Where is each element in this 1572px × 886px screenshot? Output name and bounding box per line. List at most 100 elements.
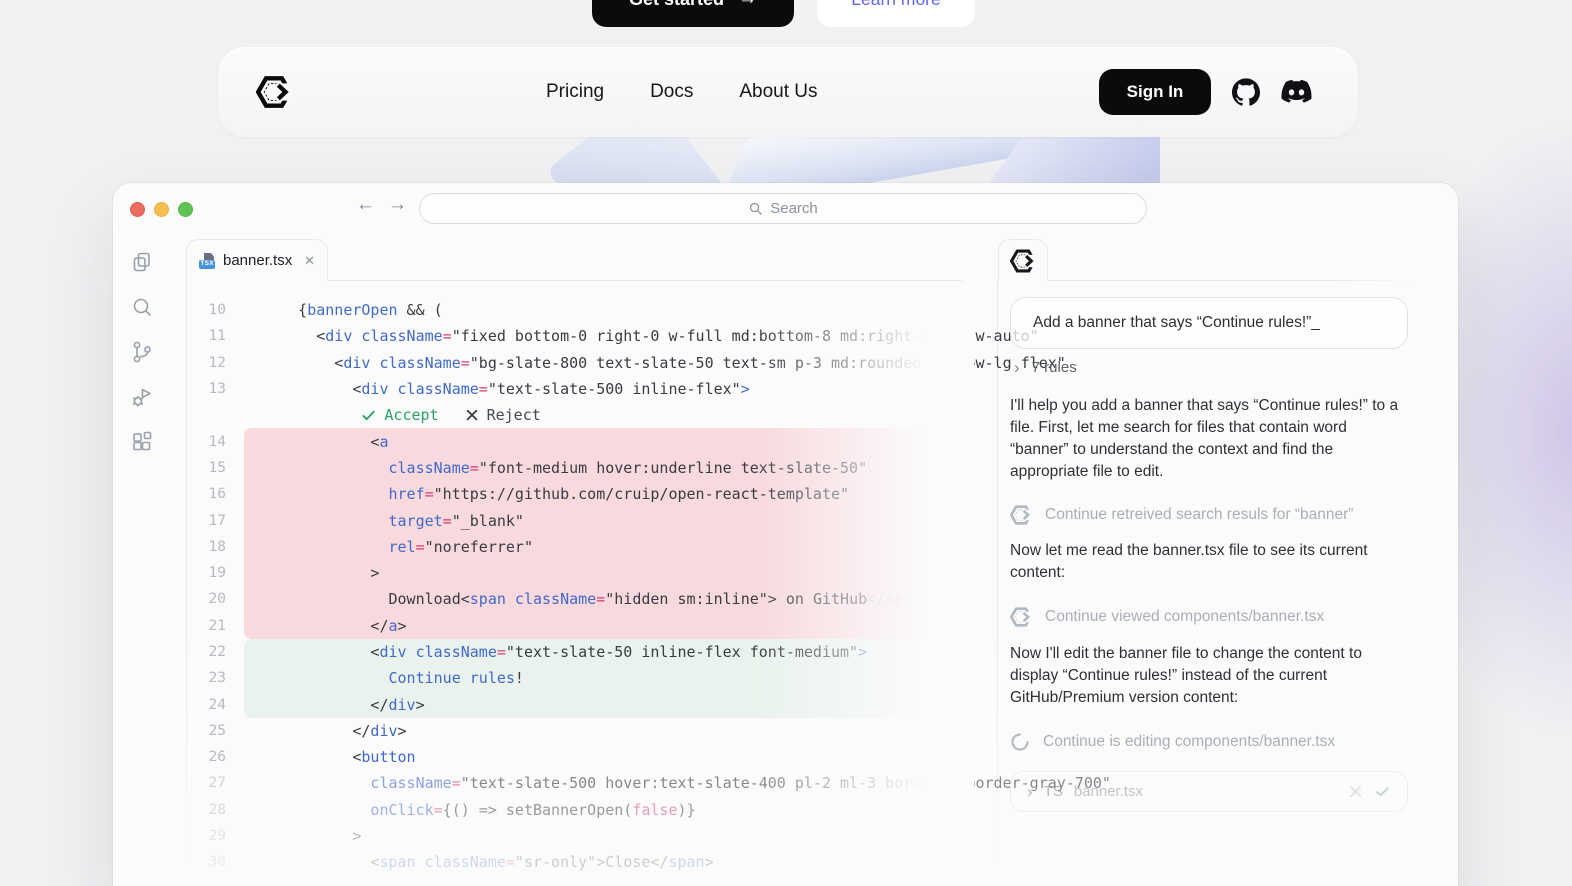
line-number: 17 bbox=[208, 512, 226, 529]
line-number: 16 bbox=[208, 486, 226, 503]
code-line-14: 14 <a bbox=[186, 428, 973, 456]
rules-expander[interactable]: › 7 rules bbox=[1014, 359, 1077, 376]
status-viewed[interactable]: Continue viewed components/banner.tsx bbox=[1010, 606, 1324, 628]
nav-link-pricing[interactable]: Pricing bbox=[546, 81, 604, 103]
history-arrows: ← → bbox=[356, 194, 407, 216]
code-line-22: 22 <div className="text-slate-50 inline-f… bbox=[186, 638, 973, 666]
nav-link-about-us[interactable]: About Us bbox=[739, 81, 817, 103]
code-line-24: 24 </div> bbox=[186, 691, 973, 719]
assistant-message-1: I'll help you add a banner that says “Co… bbox=[1010, 397, 1399, 480]
prompt-input[interactable]: Add a banner that says “Continue rules!”… bbox=[1010, 297, 1408, 349]
reject-x-icon[interactable] bbox=[1348, 784, 1363, 799]
spinner-icon bbox=[1011, 733, 1029, 751]
code-line-10: 10 {bannerOpen && ( bbox=[186, 297, 973, 323]
diff-actions-row: Accept Reject bbox=[186, 402, 973, 428]
status-search[interactable]: Continue retreived search resuls for “ba… bbox=[1010, 504, 1353, 526]
chat-panel-top-border bbox=[1048, 280, 1413, 281]
code-line-16: 16 href="https://github.com/cruip/open-re… bbox=[186, 481, 973, 508]
navbar: Pricing Docs About Us Sign In bbox=[218, 47, 1358, 137]
status-text: Continue viewed components/banner.tsx bbox=[1045, 608, 1325, 625]
file-lang-badge: TS bbox=[1043, 783, 1063, 800]
code-line-23: 23 Continue rules! bbox=[186, 665, 973, 692]
code-line-13: 13 <div className="text-slate-500 inline-… bbox=[186, 376, 973, 402]
line-number: 15 bbox=[208, 459, 226, 476]
code-line-30: 30 <span className="sr-only">Close</span> bbox=[186, 849, 973, 875]
line-number: 20 bbox=[208, 591, 226, 608]
x-icon bbox=[466, 410, 477, 421]
line-number: 12 bbox=[208, 354, 226, 371]
line-number: 30 bbox=[208, 854, 226, 871]
continue-logo-icon bbox=[1010, 504, 1032, 526]
line-number: 29 bbox=[208, 828, 226, 845]
reject-button[interactable]: Reject bbox=[465, 406, 541, 424]
run-debug-icon[interactable] bbox=[130, 385, 154, 409]
tab-close-icon[interactable]: ✕ bbox=[304, 253, 315, 269]
learn-more-button[interactable]: Learn more bbox=[817, 0, 975, 27]
tab-continue-assistant[interactable] bbox=[998, 239, 1048, 281]
chevron-right-icon: › bbox=[1027, 782, 1033, 801]
activity-bar bbox=[130, 250, 154, 454]
get-started-button[interactable]: Get started → bbox=[592, 0, 794, 27]
code-line-19: 19 > bbox=[186, 559, 973, 587]
chip-filename: banner.tsx bbox=[1073, 783, 1144, 800]
code-line-27: 27 className="text-slate-500 hover:text-s… bbox=[186, 770, 1111, 796]
sign-in-label: Sign In bbox=[1126, 82, 1184, 101]
assistant-message-2: Now let me read the banner.tsx file to s… bbox=[1010, 542, 1368, 581]
edited-file-chip[interactable]: › TS banner.tsx bbox=[1010, 771, 1408, 812]
line-number: 23 bbox=[208, 670, 226, 687]
page: Get started → Learn more Pricing Docs Abou… bbox=[0, 0, 1572, 886]
nav-link-docs[interactable]: Docs bbox=[650, 81, 693, 103]
tab-banner-tsx[interactable]: TSX banner.tsx ✕ bbox=[186, 239, 328, 281]
line-number: 26 bbox=[208, 749, 226, 766]
line-number: 10 bbox=[208, 302, 226, 319]
code-line-29: 29 > bbox=[186, 823, 973, 849]
line-number: 18 bbox=[208, 538, 226, 555]
back-arrow-icon[interactable]: ← bbox=[356, 194, 375, 216]
search-icon bbox=[750, 202, 762, 215]
accept-check-icon[interactable] bbox=[1374, 783, 1391, 800]
line-number: 14 bbox=[208, 433, 226, 450]
window-minimize-button[interactable] bbox=[154, 202, 169, 217]
code-line-20: 20 Download<span className="hidden sm:inl… bbox=[186, 586, 973, 613]
line-number: 28 bbox=[208, 801, 226, 818]
code-line-28: 28 onClick={() => setBannerOpen(false)} bbox=[186, 797, 973, 823]
get-started-label: Get started bbox=[629, 0, 724, 10]
line-number: 21 bbox=[208, 617, 226, 634]
code-line-26: 26 <button bbox=[186, 744, 973, 770]
rules-label: 7 rules bbox=[1031, 359, 1077, 376]
window-close-button[interactable] bbox=[130, 202, 145, 217]
search-placeholder: Search bbox=[770, 200, 818, 217]
window-maximize-button[interactable] bbox=[178, 202, 193, 217]
source-control-icon[interactable] bbox=[130, 340, 154, 364]
learn-more-label: Learn more bbox=[851, 0, 941, 10]
continue-logo-icon[interactable] bbox=[256, 74, 292, 110]
github-icon[interactable] bbox=[1232, 78, 1260, 106]
search-sidebar-icon[interactable] bbox=[130, 295, 154, 319]
continue-logo-icon bbox=[1010, 248, 1036, 274]
status-text: Continue retreived search resuls for “ba… bbox=[1045, 506, 1354, 523]
discord-icon[interactable] bbox=[1281, 80, 1312, 105]
code-lines: 10 {bannerOpen && (11 <div className="fixe… bbox=[186, 297, 1111, 876]
explorer-icon[interactable] bbox=[130, 250, 154, 274]
line-number: 22 bbox=[208, 644, 226, 660]
sign-in-button[interactable]: Sign In bbox=[1099, 69, 1211, 115]
prompt-text: Add a banner that says “Continue rules!”… bbox=[1033, 314, 1320, 331]
line-number: 11 bbox=[208, 328, 226, 345]
check-icon bbox=[362, 410, 375, 421]
code-line-18: 18 rel="noreferrer" bbox=[186, 533, 973, 561]
accept-button[interactable]: Accept bbox=[361, 406, 439, 424]
code-line-15: 15 className="font-medium hover:underline… bbox=[186, 454, 973, 482]
tsx-file-icon: TSX bbox=[199, 252, 216, 269]
continue-logo-icon bbox=[1010, 606, 1032, 628]
extensions-icon[interactable] bbox=[130, 430, 154, 454]
code-line-12: 12 <div className="bg-slate-800 text-slat… bbox=[186, 350, 1066, 376]
status-editing[interactable]: Continue is editing components/banner.ts… bbox=[1010, 732, 1335, 752]
code-line-25: 25 </div> bbox=[186, 718, 973, 744]
chevron-right-icon: › bbox=[1014, 358, 1020, 377]
line-number: 24 bbox=[208, 696, 226, 713]
code-line-21: 21 </a> bbox=[186, 612, 973, 640]
app-window: ← → Search TSX banner.tsx ✕ 10 {bannerOp… bbox=[113, 183, 1458, 886]
line-number: 27 bbox=[208, 775, 226, 792]
search-input[interactable]: Search bbox=[419, 193, 1147, 224]
forward-arrow-icon[interactable]: → bbox=[388, 194, 407, 216]
